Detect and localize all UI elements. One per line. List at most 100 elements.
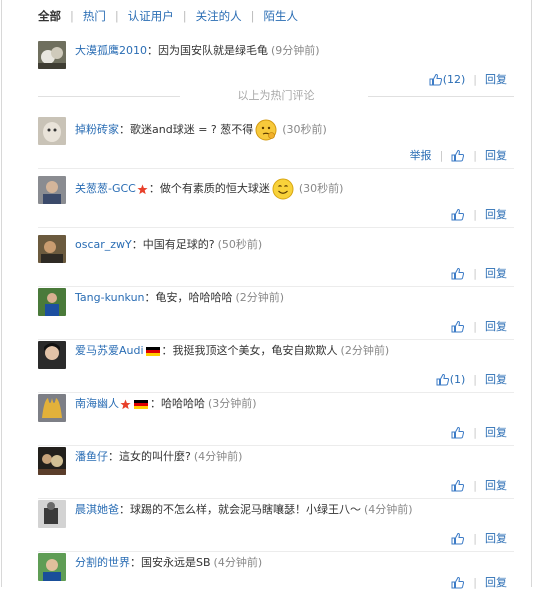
avatar[interactable]: [38, 553, 66, 581]
like-button[interactable]: [451, 532, 465, 545]
filter-tab-verified[interactable]: 认证用户: [128, 8, 174, 24]
comment-time: (30秒前): [282, 123, 327, 136]
comment-colon: ：: [144, 291, 156, 304]
avatar[interactable]: [38, 500, 66, 528]
divider-line: [368, 96, 514, 97]
comment-item: 关葱葱-GCC ： 做个有素质的恒大球迷 (30秒前) | 回复: [38, 175, 514, 228]
comment-username[interactable]: 大漠孤鹰2010: [75, 43, 147, 59]
comment-time: (30秒前): [298, 182, 344, 195]
comment-text: 中国有足球的?: [142, 238, 215, 251]
comment-colon: ：: [108, 450, 119, 463]
comment-item: 分割的世界： 国安永远是SB (4分钟前) | 回复: [38, 552, 514, 605]
comment-separator: [38, 168, 514, 169]
filter-divider: |: [182, 9, 187, 23]
comment-colon: ：: [130, 556, 141, 569]
like-button[interactable]: (12): [429, 73, 465, 86]
comment-item: 大漠孤鹰2010： 因为国安队就是绿毛龟 (9分钟前) (12) | 回复: [38, 40, 514, 93]
panel-border-right: [531, 0, 532, 587]
avatar[interactable]: [38, 117, 66, 145]
comment-time: (4分钟前): [364, 503, 413, 516]
reply-button[interactable]: 回复: [485, 318, 507, 334]
comment-time: (2分钟前): [235, 291, 285, 304]
report-button[interactable]: 举报: [410, 147, 432, 163]
avatar[interactable]: [38, 394, 66, 422]
comment-text: 国安永远是SB: [141, 556, 211, 569]
reply-button[interactable]: 回复: [485, 424, 507, 440]
avatar[interactable]: [38, 235, 66, 263]
avatar[interactable]: [38, 176, 66, 204]
comment-text: 球踢的不怎么样，就会泥马瞎嚷瑟！小绿王八～: [130, 503, 361, 516]
filter-tab-strangers[interactable]: 陌生人: [264, 8, 299, 24]
comment-time: (50秒前): [217, 238, 263, 251]
comment-text: 龟安，哈哈哈哈: [155, 291, 233, 304]
thumbs-up-icon: [436, 373, 449, 385]
action-divider: |: [473, 478, 477, 492]
reply-button[interactable]: 回复: [485, 371, 507, 387]
comment-username[interactable]: Tang-kunkun: [75, 290, 145, 306]
action-divider: |: [439, 148, 444, 162]
comment-username[interactable]: 南海幽人: [75, 396, 119, 412]
thumbs-up-icon: [451, 267, 465, 279]
comment-item: 掉粉砖家： 歌迷and球迷 = ? 葱不得 (30秒前) 举报 | | 回复: [38, 116, 514, 169]
reply-button[interactable]: 回复: [485, 574, 507, 590]
comment-username[interactable]: 分割的世界: [75, 555, 130, 571]
avatar[interactable]: [38, 41, 66, 69]
comment-username[interactable]: 掉粉砖家: [75, 122, 119, 138]
action-divider: |: [473, 372, 477, 386]
comment-username[interactable]: oscar_zwY: [75, 237, 132, 253]
comment-time: (9分钟前): [271, 44, 320, 57]
comment-colon: ：: [119, 503, 130, 516]
comment-time: (4分钟前): [213, 556, 263, 569]
comment-item: 潘鱼仔： 這女的叫什麼? (4分钟前) | 回复: [38, 446, 514, 499]
comment-username[interactable]: 爱马苏爱Audi: [75, 343, 144, 359]
reply-button[interactable]: 回复: [485, 530, 507, 546]
reply-button[interactable]: 回复: [485, 147, 507, 163]
like-button[interactable]: [451, 208, 465, 221]
comment-colon: ：: [161, 344, 173, 357]
filter-tab-hot[interactable]: 热门: [83, 8, 106, 24]
like-button[interactable]: (1): [436, 372, 466, 386]
avatar[interactable]: [38, 447, 66, 475]
reply-button[interactable]: 回复: [485, 206, 507, 222]
comment-item: 南海幽人 ： 哈哈哈哈 (3分钟前) | 回复: [38, 393, 514, 446]
comment-time: (4分钟前): [193, 450, 243, 463]
comment-text: 歌迷and球迷 = ? 葱不得: [130, 123, 254, 136]
star-icon: [120, 398, 131, 409]
thumbs-up-icon: [451, 479, 465, 491]
comment-colon: ：: [150, 397, 161, 410]
panel-border-left: [1, 0, 2, 587]
filter-tab-all[interactable]: 全部: [38, 8, 61, 24]
comment-colon: ：: [148, 182, 160, 195]
avatar[interactable]: [38, 341, 66, 369]
comment-text: 哈哈哈哈: [161, 397, 205, 410]
like-button[interactable]: [451, 479, 465, 492]
reply-button[interactable]: 回复: [485, 477, 507, 493]
like-button[interactable]: [451, 149, 465, 162]
comment-username[interactable]: 晨淇她爸: [75, 502, 119, 518]
filter-divider: |: [70, 9, 74, 23]
star-icon: [137, 183, 148, 194]
comment-separator: [38, 227, 514, 228]
filter-tab-following[interactable]: 关注的人: [196, 8, 242, 24]
like-button[interactable]: [451, 426, 465, 439]
avatar[interactable]: [38, 288, 66, 316]
comment-time: (3分钟前): [208, 397, 257, 410]
reply-button[interactable]: 回复: [485, 265, 507, 281]
filter-divider: |: [250, 9, 255, 23]
comment-colon: ：: [147, 44, 158, 57]
like-count: (1): [449, 372, 466, 386]
comment-username[interactable]: 潘鱼仔: [75, 449, 108, 465]
comment-text: 做个有素质的恒大球迷: [159, 182, 270, 195]
comment-username[interactable]: 关葱葱-GCC: [75, 181, 136, 197]
comment-filter-tabs: 全部 | 热门 | 认证用户 | 关注的人 | 陌生人: [38, 8, 298, 24]
like-button[interactable]: [451, 267, 465, 280]
reply-button[interactable]: 回复: [485, 71, 507, 87]
action-divider: |: [473, 531, 477, 545]
like-button[interactable]: [451, 320, 465, 333]
thumbs-up-icon: [451, 149, 465, 161]
comment-text: 這女的叫什麼?: [119, 450, 191, 463]
german-flag-icon: [134, 399, 148, 409]
comment-item: 晨淇她爸： 球踢的不怎么样，就会泥马瞎嚷瑟！小绿王八～ (4分钟前) | 回复: [38, 499, 514, 552]
comment-colon: ：: [119, 123, 130, 136]
thumbs-up-icon: [429, 73, 442, 85]
